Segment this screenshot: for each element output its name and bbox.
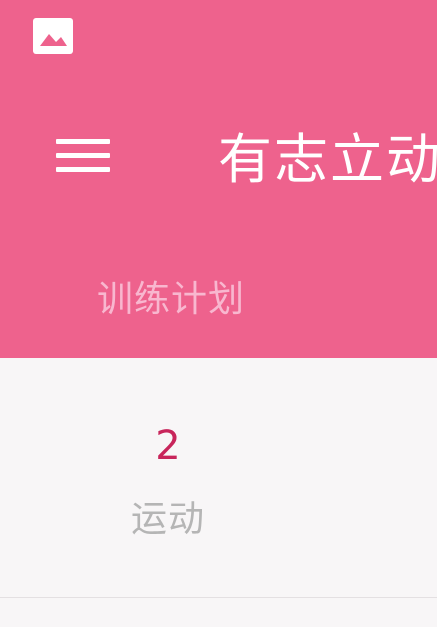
app-screen: 有志立动 训练计划 2 运动 <box>0 0 437 627</box>
exercise-count[interactable]: 2 <box>130 420 206 472</box>
app-header: 有志立动 训练计划 <box>0 0 437 358</box>
menu-button[interactable] <box>48 128 120 192</box>
app-title: 有志立动 <box>218 128 437 191</box>
exercise-label[interactable]: 运动 <box>120 496 216 544</box>
content-divider <box>0 597 437 598</box>
image-icon <box>33 18 73 54</box>
hamburger-menu-icon <box>56 139 110 172</box>
page-subtitle: 训练计划 <box>97 279 246 320</box>
